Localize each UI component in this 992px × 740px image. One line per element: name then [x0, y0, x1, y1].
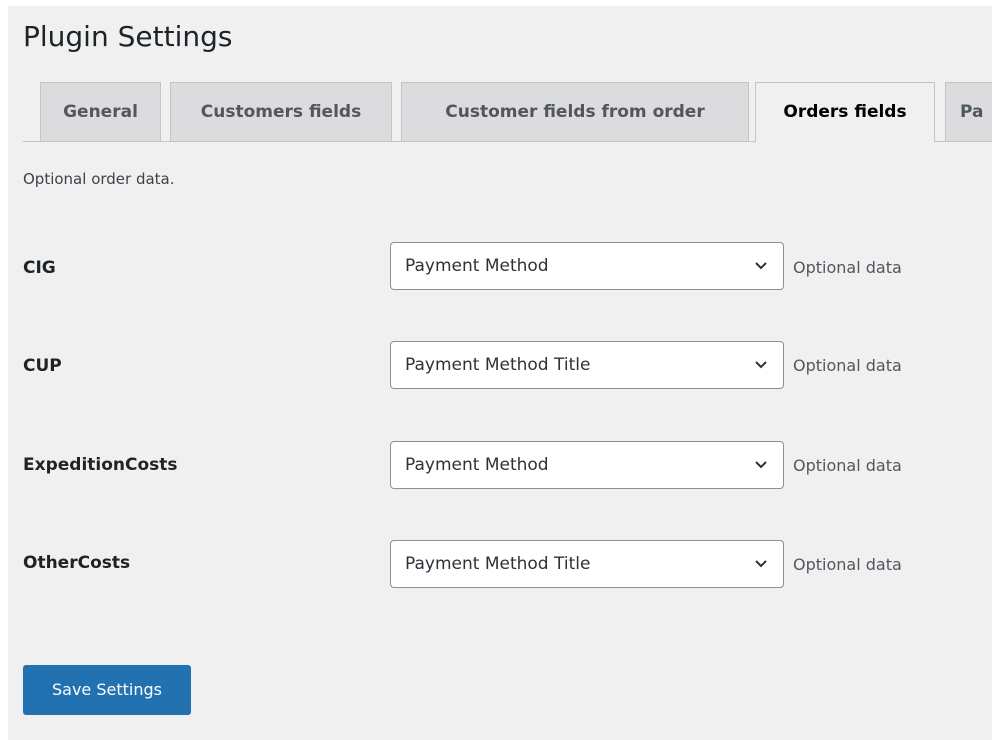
- field-description: Optional data: [793, 555, 902, 574]
- select-value: Payment Method Title: [405, 355, 591, 375]
- field-label-cig: CIG: [23, 258, 56, 278]
- tab-bar: General Customers fields Customer fields…: [23, 82, 992, 143]
- tab-pa[interactable]: Pa: [945, 82, 992, 142]
- save-settings-button[interactable]: Save Settings: [23, 665, 191, 715]
- field-description: Optional data: [793, 456, 902, 475]
- field-label-cup: CUP: [23, 356, 62, 376]
- cup-select[interactable]: Payment Method Title: [390, 341, 784, 389]
- chevron-down-icon: [755, 560, 767, 568]
- settings-page: Plugin Settings General Customers fields…: [8, 6, 992, 740]
- select-value: Payment Method Title: [405, 554, 591, 574]
- other-costs-select[interactable]: Payment Method Title: [390, 540, 784, 588]
- expedition-costs-select[interactable]: Payment Method: [390, 441, 784, 489]
- chevron-down-icon: [755, 461, 767, 469]
- chevron-down-icon: [755, 262, 767, 270]
- tab-orders-fields[interactable]: Orders fields: [755, 82, 935, 143]
- tab-general[interactable]: General: [40, 82, 161, 142]
- field-label-expedition-costs: ExpeditionCosts: [23, 455, 178, 475]
- select-value: Payment Method: [405, 455, 549, 475]
- cig-select[interactable]: Payment Method: [390, 242, 784, 290]
- tab-customer-fields-from-order[interactable]: Customer fields from order: [401, 82, 749, 142]
- tab-customers-fields[interactable]: Customers fields: [170, 82, 392, 142]
- field-description: Optional data: [793, 258, 902, 277]
- section-description: Optional order data.: [23, 170, 175, 188]
- page-title: Plugin Settings: [23, 20, 233, 53]
- select-value: Payment Method: [405, 256, 549, 276]
- field-description: Optional data: [793, 356, 902, 375]
- chevron-down-icon: [755, 361, 767, 369]
- field-label-other-costs: OtherCosts: [23, 553, 131, 573]
